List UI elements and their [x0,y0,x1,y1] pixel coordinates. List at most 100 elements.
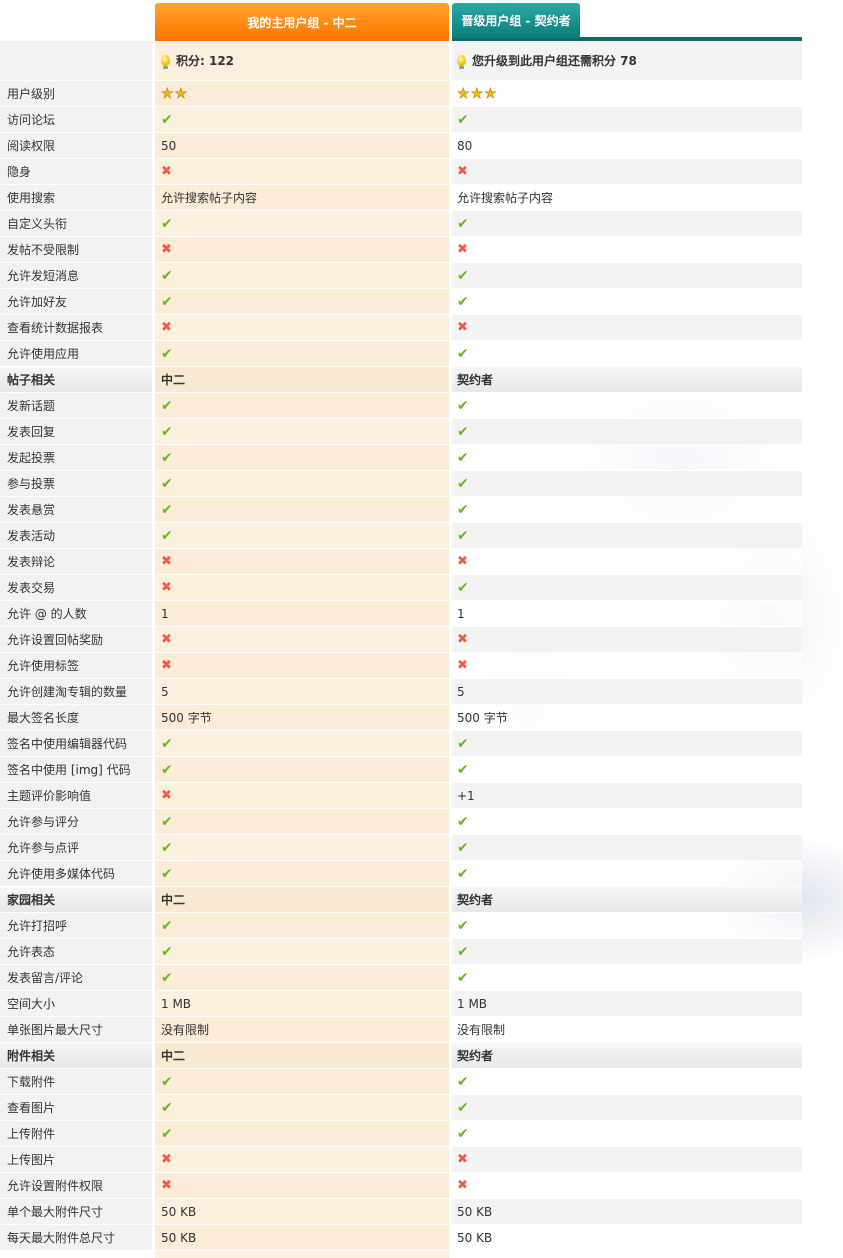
upgrade-points-needed: 您升级到此用户组还需积分 78 [472,54,637,68]
row-label-cell: 最大签名长度 [0,705,152,731]
tab-upgrade-group[interactable]: 晋级用户组 - 契约者 [452,3,580,38]
row-label-cell: 主题评价影响值 [0,783,152,809]
check-icon: ✔ [457,969,469,986]
upgrade-group-cell: ✖ [452,1147,802,1173]
upgrade-group-cell: 没有限制 [452,1017,802,1043]
table-row: 发新话题 ✔ ✔ [0,393,843,419]
upgrade-group-cell: 契约者 [452,1043,802,1069]
row-label: 空间大小 [7,997,56,1011]
table-row: 允许使用多媒体代码 ✔ ✔ [0,861,843,887]
check-icon: ✔ [161,839,173,856]
current-group-cell: ✔ [155,341,449,367]
star-icon: ★ [174,85,188,102]
upgrade-group-cell: ✔ [452,263,802,289]
row-label-cell: 允许使用标签 [0,653,152,679]
row-label: 最大签名长度 [7,711,80,725]
table-row: 发表交易 ✖ ✔ [0,575,843,601]
upgrade-group-cell: ✔ [452,1121,802,1147]
check-icon: ✔ [161,111,173,128]
table-row: 允许加好友 ✔ ✔ [0,289,843,315]
row-label: 签名中使用 [img] 代码 [7,763,131,777]
current-group-cell: ★ ★ [155,81,449,107]
row-label-cell: 发表交易 [0,575,152,601]
row-label: 允许设置附件权限 [7,1179,104,1193]
cell-value: 1 MB [161,996,192,1011]
star-icon: ★ [484,85,497,102]
check-icon: ✔ [457,579,469,596]
current-group-cell: ✔ [155,471,449,497]
cross-icon: ✖ [161,1152,172,1167]
table-row: 发表活动 ✔ ✔ [0,523,843,549]
cross-icon: ✖ [161,164,172,179]
table-row: 查看图片 ✔ ✔ [0,1095,843,1121]
row-label: 查看图片 [7,1101,56,1115]
row-label-cell: 空间大小 [0,991,152,1017]
column-bottom-strip [155,1250,449,1258]
upgrade-group-cell: +1 [452,783,802,809]
current-group-cell: ✔ [155,757,449,783]
upgrade-group-cell: ✔ [452,419,802,445]
row-label-cell: 允许 @ 的人数 [0,601,152,627]
upgrade-group-cell: ✔ [452,289,802,315]
current-group-cell: ✖ [155,575,449,601]
row-label: 发表辩论 [7,555,56,569]
cell-value: 没有限制 [457,1023,506,1037]
row-label-cell: 每天最大附件总尺寸 [0,1225,152,1251]
row-label: 阅读权限 [7,139,56,153]
row-label: 允许使用应用 [7,347,80,361]
check-icon: ✔ [161,475,173,492]
row-label: 发表悬赏 [7,503,56,517]
row-label: 发表活动 [7,529,56,543]
check-icon: ✔ [457,501,469,518]
upgrade-group-cell: ✔ [452,913,802,939]
cell-value: +1 [457,788,475,803]
row-label-cell: 发表活动 [0,523,152,549]
section-group-name: 中二 [161,1049,186,1063]
upgrade-group-cell: 500 字节 [452,705,802,731]
cell-value: 500 字节 [161,711,212,725]
table-row: 允许 @ 的人数 1 1 [0,601,843,627]
table-row: 单个最大附件尺寸 50 KB 50 KB [0,1199,843,1225]
section-group-name: 中二 [161,893,186,907]
row-label: 上传图片 [7,1153,56,1167]
check-icon: ✔ [457,917,469,934]
current-group-cell: ✔ [155,835,449,861]
row-label: 帖子相关 [7,373,56,387]
current-group-cell: ✔ [155,393,449,419]
current-group-cell: ✔ [155,263,449,289]
current-points: 积分: 122 [176,54,235,68]
check-icon: ✔ [457,865,469,882]
cross-icon: ✖ [161,242,172,257]
lightbulb-icon [457,55,466,69]
tab-current-group[interactable]: 我的主用户组 - 中二 [155,3,449,41]
table-row: 访问论坛 ✔ ✔ [0,107,843,133]
upgrade-group-cell: ✔ [452,393,802,419]
check-icon: ✔ [161,215,173,232]
table-row: 发起投票 ✔ ✔ [0,445,843,471]
current-group-cell: ✖ [155,1173,449,1199]
row-label-cell: 发表悬赏 [0,497,152,523]
current-group-cell: ✔ [155,861,449,887]
row-label: 发新话题 [7,399,56,413]
cross-icon: ✖ [457,658,468,673]
table-row: 允许参与评分 ✔ ✔ [0,809,843,835]
table-row: 用户级别 ★ ★ ★ ★ ★ [0,81,843,107]
table-row: 发表悬赏 ✔ ✔ [0,497,843,523]
row-label: 允许设置回帖奖励 [7,633,104,647]
table-row: 允许使用应用 ✔ ✔ [0,341,843,367]
row-label: 发表交易 [7,581,56,595]
row-label: 每天最大附件总尺寸 [7,1231,116,1245]
upgrade-group-cell: 80 [452,133,802,159]
row-label: 使用搜索 [7,191,56,205]
permissions-table: 积分: 122 您升级到此用户组还需积分 78 用户级别 ★ ★ ★ ★ ★ 访问论坛 ✔ ✔ 阅… [0,41,843,1251]
cell-value: 1 [457,606,465,621]
current-group-cell: ✖ [155,315,449,341]
current-group-cell: 1 [155,601,449,627]
current-group-cell: ✔ [155,497,449,523]
check-icon: ✔ [457,423,469,440]
current-group-cell: ✔ [155,1121,449,1147]
row-label-cell: 发表辩论 [0,549,152,575]
row-label-cell: 访问论坛 [0,107,152,133]
row-label: 发起投票 [7,451,56,465]
upgrade-group-cell: ★ ★ ★ [452,81,802,107]
